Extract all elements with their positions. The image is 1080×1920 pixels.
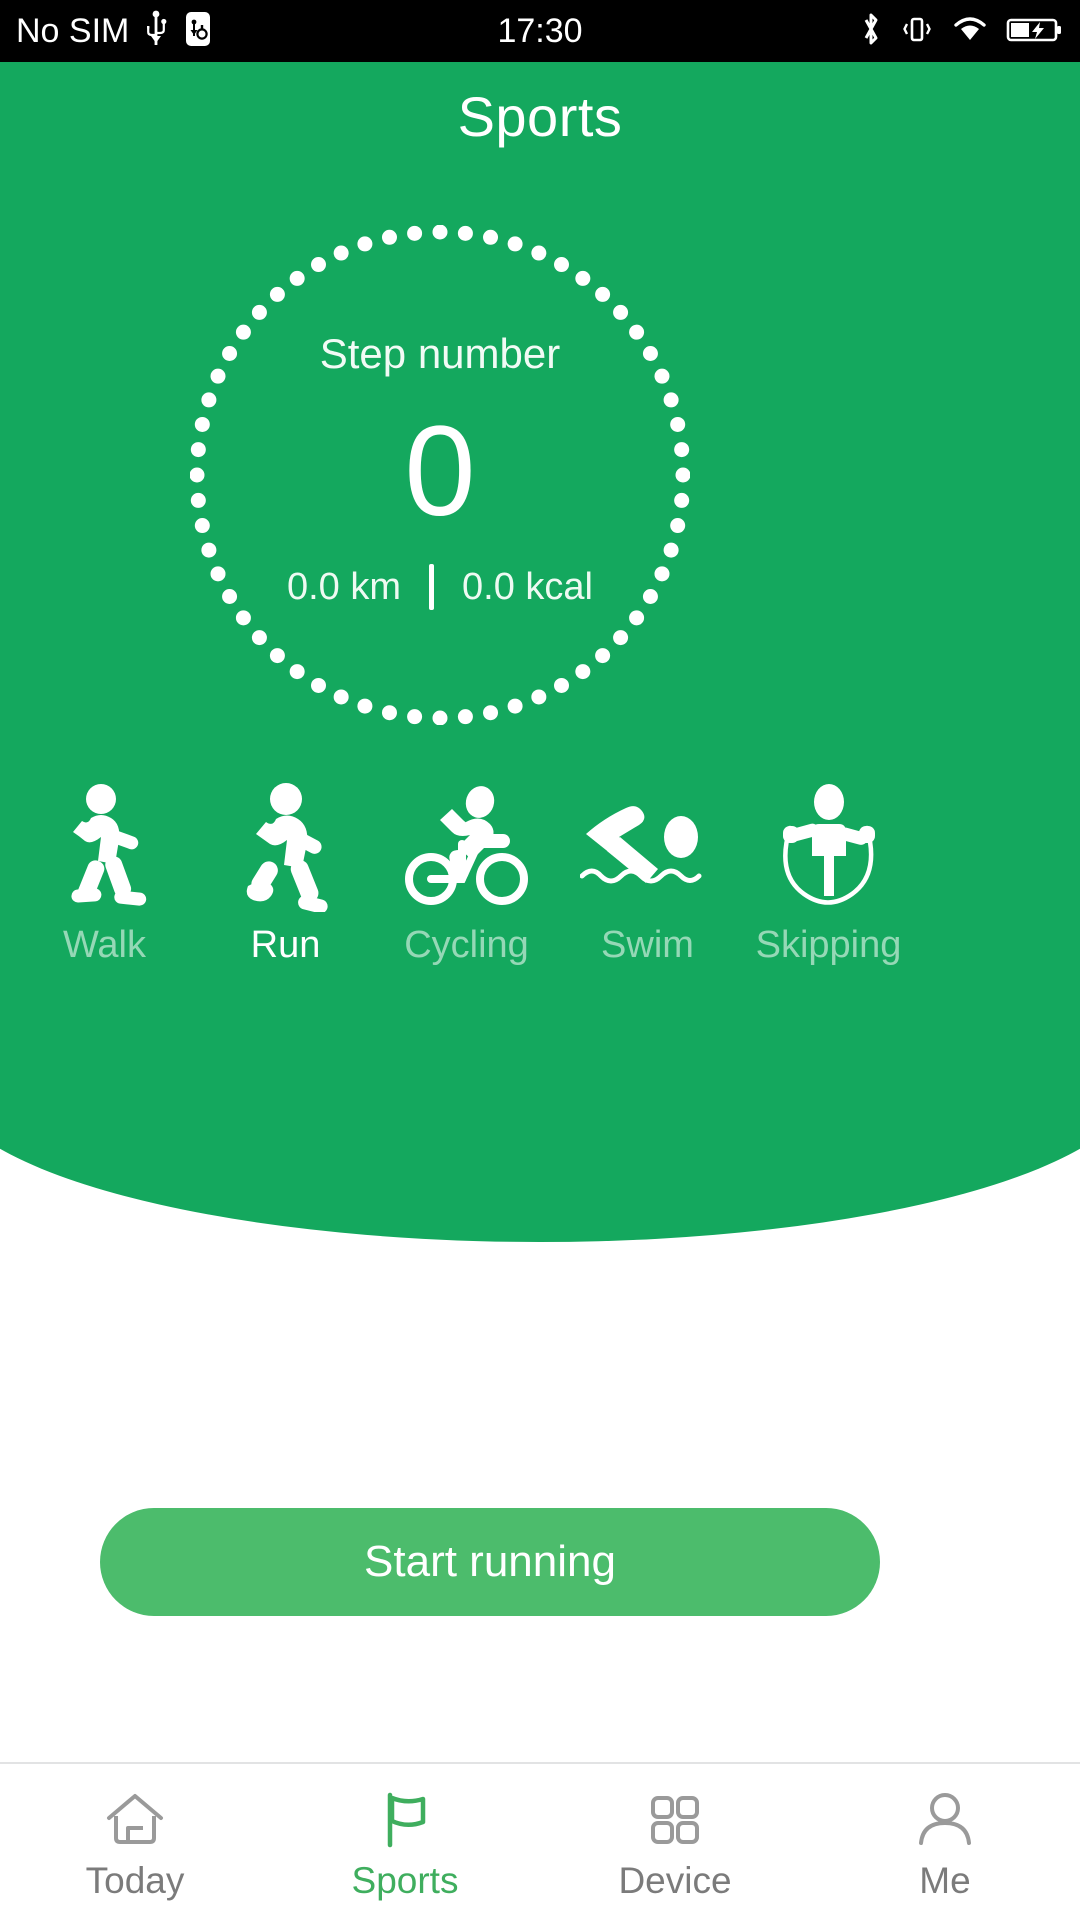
calories-value: 0.0 kcal (462, 565, 593, 608)
hero-content: Sports Step number 0 0.0 km 0.0 kcal Wal… (0, 62, 1080, 1242)
walk-icon (45, 782, 165, 912)
sport-option-skipping[interactable]: Skipping (738, 782, 919, 964)
sport-option-cycling[interactable]: Cycling (376, 782, 557, 964)
skipping-icon (766, 782, 891, 912)
distance-value: 0.0 km (286, 565, 402, 608)
run-icon (226, 782, 346, 912)
sport-label-cycling: Cycling (404, 924, 529, 966)
grid-icon (643, 1786, 707, 1850)
wifi-icon (950, 10, 990, 53)
step-number-label: Step number (319, 330, 561, 377)
sport-option-walk[interactable]: Walk (14, 782, 195, 964)
cycling-icon (404, 782, 529, 912)
carrier-label: No SIM (16, 12, 130, 50)
sport-option-run[interactable]: Run (195, 782, 376, 964)
sport-mode-selector[interactable]: Walk Run Cycling Swim Skipping (0, 782, 1080, 1012)
nav-label-device: Device (618, 1859, 732, 1901)
nav-item-me[interactable]: Me (810, 1764, 1080, 1920)
flag-icon (373, 1786, 437, 1850)
hero-panel: Sports Step number 0 0.0 km 0.0 kcal Wal… (0, 62, 1080, 1242)
sport-label-walk: Walk (62, 924, 147, 966)
battery-charging-icon (1006, 10, 1064, 53)
sport-option-swim[interactable]: Swim (557, 782, 738, 964)
usb-debug-icon (183, 10, 213, 53)
sport-label-skipping: Skipping (755, 924, 902, 966)
app-screen: No SIM 17:30 Sports Step number 0 0.0 km… (0, 0, 1080, 1920)
start-running-button[interactable]: Start running (100, 1508, 880, 1616)
step-metrics: 0.0 km 0.0 kcal (190, 564, 690, 610)
nav-item-today[interactable]: Today (0, 1764, 270, 1920)
nav-label-sports: Sports (351, 1859, 459, 1901)
nav-label-today: Today (85, 1859, 185, 1901)
sport-label-run: Run (250, 924, 321, 966)
usb-icon (143, 10, 169, 53)
status-bar: No SIM 17:30 (0, 0, 1080, 62)
page-title: Sports (457, 85, 623, 148)
bottom-navigation-bar: Today Sports Device Me (0, 1762, 1080, 1920)
nav-item-sports[interactable]: Sports (270, 1764, 540, 1920)
bluetooth-icon (858, 10, 884, 53)
nav-item-device[interactable]: Device (540, 1764, 810, 1920)
home-icon (103, 1786, 167, 1850)
nav-label-me: Me (919, 1859, 971, 1901)
vibrate-icon (900, 10, 934, 53)
status-bar-right (858, 10, 1064, 53)
sport-label-swim: Swim (601, 924, 694, 966)
swim-icon (580, 782, 715, 912)
person-icon (913, 1786, 977, 1850)
status-bar-left: No SIM (16, 10, 213, 53)
step-count-value: 0 (404, 400, 476, 543)
